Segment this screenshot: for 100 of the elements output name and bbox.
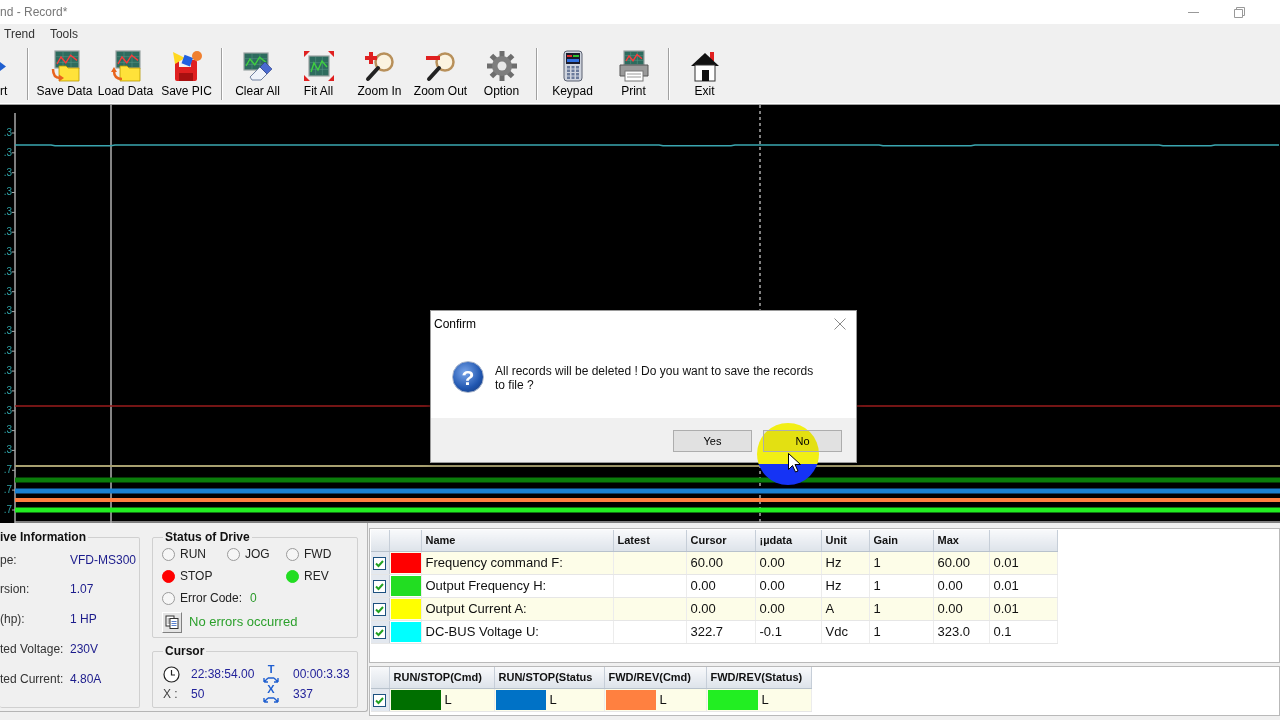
- minimize-icon[interactable]: [1187, 11, 1199, 13]
- axis-label: .3: [3, 324, 12, 339]
- error-code-value: 0: [250, 590, 257, 606]
- column-header: FWD/REV(Cmd): [604, 667, 706, 688]
- indicator-label: Error Code:: [180, 590, 243, 606]
- indicator-label: RUN: [180, 546, 206, 562]
- axis-label: .3: [3, 344, 12, 359]
- table-cell: 0.00: [755, 574, 821, 597]
- column-header: Max: [933, 530, 989, 551]
- axis-label: .3: [3, 383, 12, 398]
- table-cell: 323.0: [933, 620, 989, 643]
- indicator-label: STOP: [180, 568, 213, 584]
- axis-label: .7: [3, 482, 12, 497]
- table-cell: Hz: [821, 574, 869, 597]
- menu-item[interactable]: Tools: [49, 24, 78, 44]
- info-value: 1 HP: [70, 612, 97, 627]
- axis-label: .3: [3, 423, 12, 438]
- table-cell: 0.1: [989, 620, 1057, 643]
- axis-label: .3: [3, 165, 12, 180]
- dialog-button[interactable]: No: [763, 430, 842, 452]
- axis-label: .3: [3, 244, 12, 259]
- chart-corners-icon: [302, 50, 335, 82]
- column-header: Name: [421, 530, 613, 551]
- toolbar-button[interactable]: Zoom In: [349, 44, 410, 103]
- zoom-in-icon: [363, 50, 396, 82]
- column-header: Latest: [613, 530, 686, 551]
- zoom-out-icon: [424, 50, 457, 82]
- toolbar-button[interactable]: rt: [0, 44, 22, 103]
- indicator-label: REV: [304, 568, 329, 584]
- table-cell: 0.01: [989, 574, 1057, 597]
- table-cell: Frequency command F:: [421, 551, 613, 574]
- cursor-x-span: 337: [293, 686, 315, 702]
- printer-icon: [617, 50, 650, 82]
- gear-icon: [485, 50, 518, 82]
- dialog-message: All records will be deleted ! Do you want to save the records to file ?: [495, 364, 815, 394]
- menu-item[interactable]: Trend: [4, 24, 35, 44]
- row-checkbox[interactable]: [373, 602, 386, 616]
- toolbar-button[interactable]: Load Data: [95, 44, 156, 103]
- question-icon: ?: [452, 361, 484, 393]
- table-cell: L: [659, 691, 667, 708]
- axis-label: .3: [3, 284, 12, 299]
- axis-label: .7: [3, 502, 12, 517]
- column-header: Gain: [869, 530, 933, 551]
- info-label: pe:: [0, 552, 18, 568]
- window-title: nd - Record*: [0, 4, 69, 21]
- toolbar-button[interactable]: Exit: [674, 44, 735, 103]
- column-header: RUN/STOP(Status: [494, 667, 604, 688]
- toolbar-button[interactable]: Zoom Out: [410, 44, 471, 103]
- indicator-label: FWD: [304, 546, 332, 562]
- dialog-button[interactable]: Yes: [673, 430, 752, 452]
- row-checkbox[interactable]: [373, 579, 386, 593]
- column-header: Unit: [821, 530, 869, 551]
- toolbar-button[interactable]: Save PIC: [156, 44, 217, 103]
- info-value: VFD-MS300: [70, 552, 137, 568]
- axis-label: .3: [3, 205, 12, 220]
- table-cell: 1: [869, 620, 933, 643]
- toolbar-button[interactable]: Save Data: [34, 44, 95, 103]
- copy-button[interactable]: [162, 611, 182, 633]
- close-icon[interactable]: [834, 317, 846, 330]
- cursor-x: 50: [191, 686, 206, 702]
- info-value: 230V: [70, 641, 99, 657]
- info-label: ted Voltage:: [0, 641, 65, 657]
- clock-icon: [163, 665, 180, 683]
- table-cell: -0.1: [755, 620, 821, 643]
- info-label: (hp):: [0, 612, 26, 627]
- copy-icon: [165, 615, 179, 629]
- axis-label: .3: [3, 304, 12, 319]
- table-cell: L: [761, 691, 769, 708]
- cursor-x-label: X :: [163, 686, 179, 702]
- table-cell: DC-BUS Voltage U:: [421, 620, 613, 643]
- floppy-disk-icon: [170, 50, 203, 82]
- toolbar-button[interactable]: Clear All: [227, 44, 288, 103]
- column-header: FWD/REV(Status): [706, 667, 811, 688]
- toolbar-button[interactable]: Option: [471, 44, 532, 103]
- axis-label: .3: [3, 403, 12, 418]
- row-checkbox[interactable]: [373, 625, 386, 639]
- dialog-title: Confirm: [434, 315, 476, 332]
- status-message: No errors occurred: [189, 614, 298, 630]
- table-cell: Output Frequency H:: [421, 574, 613, 597]
- row-checkbox[interactable]: [373, 556, 386, 570]
- axis-label: .3: [3, 363, 12, 378]
- chart-eraser-icon: [241, 50, 274, 82]
- table-cell: 322.7: [686, 620, 755, 643]
- restore-icon[interactable]: [1233, 6, 1245, 18]
- axis-label: .3: [3, 443, 12, 458]
- info-label: rsion:: [0, 582, 31, 597]
- table-cell: 1: [869, 574, 933, 597]
- toolbar-button[interactable]: Print: [603, 44, 664, 103]
- row-checkbox[interactable]: [373, 693, 386, 707]
- axis-label: .3: [3, 225, 12, 240]
- chart-folder-icon: [109, 50, 142, 82]
- axis-label: .3: [3, 264, 12, 279]
- table-cell: L: [549, 691, 557, 708]
- toolbar-button[interactable]: Fit All: [288, 44, 349, 103]
- indicator-label: JOG: [245, 546, 270, 562]
- column-header: Cursor: [686, 530, 755, 551]
- toolbar-button[interactable]: Keypad: [542, 44, 603, 103]
- axis-label: .3: [3, 145, 12, 160]
- mouse-pointer-icon: [788, 453, 801, 473]
- info-value: 1.07: [70, 582, 94, 597]
